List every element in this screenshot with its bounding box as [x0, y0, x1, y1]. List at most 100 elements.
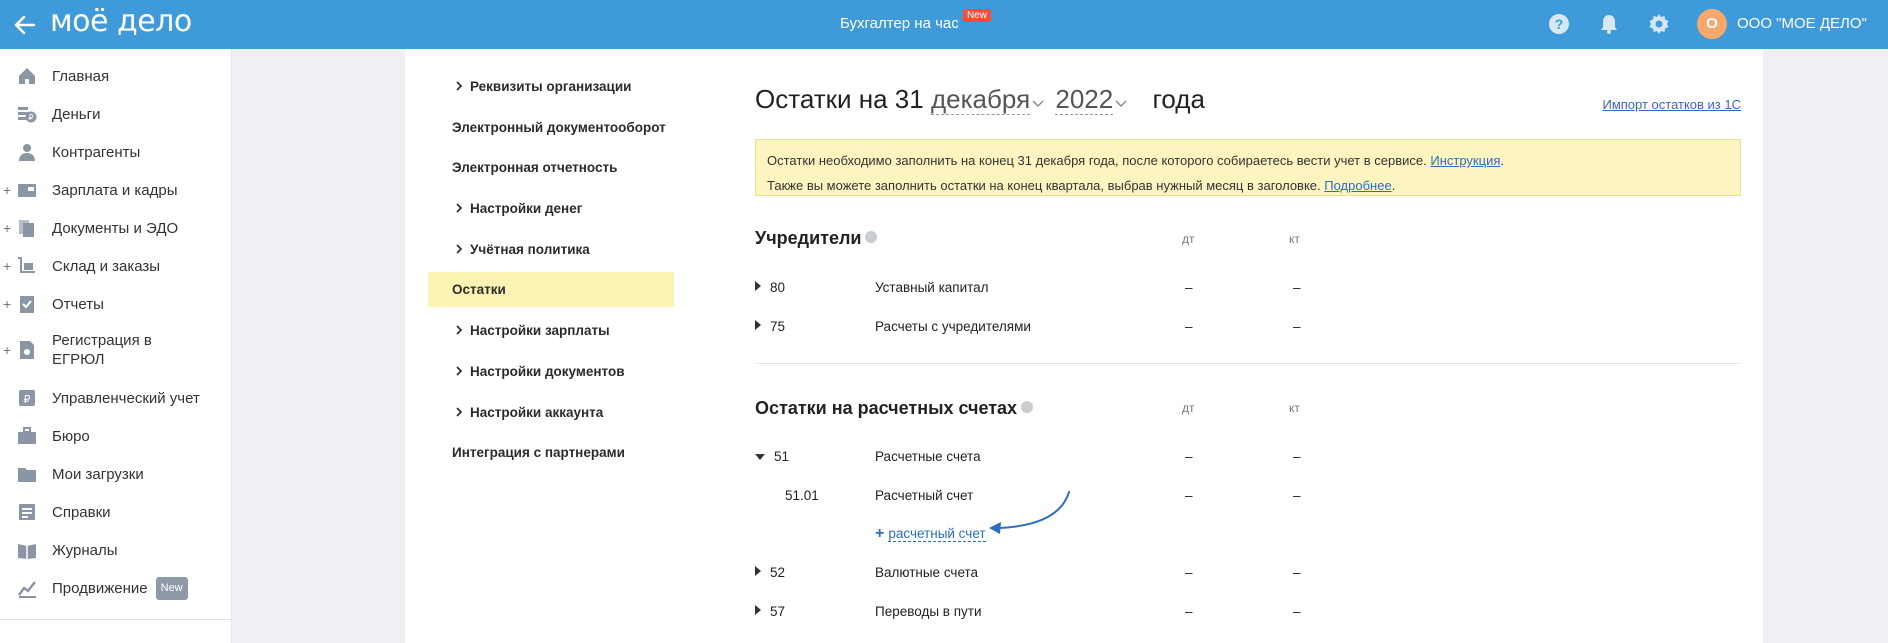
- logo[interactable]: моё дело: [50, 4, 192, 39]
- chevron-right-icon: [456, 407, 463, 417]
- back-arrow-icon[interactable]: [12, 12, 38, 38]
- expand-plus-icon[interactable]: +: [3, 296, 11, 312]
- sidebar-item-journals[interactable]: Журналы: [0, 531, 232, 569]
- salary-icon: [18, 184, 36, 197]
- menu-item-accounting-policy[interactable]: Учётная политика: [428, 232, 674, 267]
- month-dropdown[interactable]: декабря: [930, 84, 1031, 115]
- account-row-dt[interactable]: –: [1185, 604, 1193, 619]
- subaccount-row-code: 51.01: [785, 488, 819, 503]
- column-header-dt: дт: [1182, 401, 1195, 415]
- year-dropdown[interactable]: 2022: [1055, 84, 1114, 115]
- section-divider: [755, 363, 1741, 364]
- menu-item-money-settings[interactable]: Настройки денег: [428, 191, 674, 226]
- menu-item-salary-settings[interactable]: Настройки зарплаты: [428, 313, 674, 348]
- info-icon[interactable]: [865, 231, 878, 243]
- menu-item-document-settings[interactable]: Настройки документов: [428, 354, 674, 389]
- expand-triangle-icon: [755, 566, 761, 576]
- sidebar-item-warehouse[interactable]: + Склад и заказы: [0, 247, 232, 285]
- reports-icon: [20, 296, 34, 313]
- sidebar-item-salary[interactable]: + Зарплата и кадры: [0, 171, 232, 209]
- sidebar-item-documents[interactable]: + Документы и ЭДО: [0, 209, 232, 247]
- accountant-hour-link[interactable]: Бухгалтер на час: [840, 15, 959, 32]
- sidebar-item-label: Главная: [52, 67, 110, 85]
- info-icon[interactable]: [1021, 401, 1034, 413]
- chevron-down-icon[interactable]: [1115, 100, 1127, 108]
- expand-plus-icon[interactable]: +: [3, 220, 11, 236]
- sidebar-item-label: Деньги: [52, 105, 101, 123]
- account-row-name: Расчеты с учредителями: [875, 319, 1031, 334]
- sidebar-item-home[interactable]: Главная: [0, 57, 232, 95]
- account-row-kt[interactable]: –: [1293, 604, 1301, 619]
- account-row-kt[interactable]: –: [1293, 488, 1301, 503]
- account-row-code[interactable]: 57: [755, 604, 785, 619]
- sidebar-divider: [0, 619, 232, 620]
- sidebar-item-registration[interactable]: + Регистрация в ЕГРЮЛ: [0, 326, 232, 374]
- sidebar-item-uploads[interactable]: Мои загрузки: [0, 455, 232, 493]
- column-header-kt: кт: [1289, 232, 1300, 246]
- sidebar-item-reports[interactable]: + Отчеты: [0, 285, 232, 323]
- chevron-right-icon: [456, 244, 463, 254]
- account-row-code[interactable]: 52: [755, 565, 785, 580]
- avatar[interactable]: О: [1697, 9, 1727, 39]
- menu-item-balances[interactable]: Остатки: [428, 272, 674, 307]
- chevron-down-icon[interactable]: [1032, 100, 1044, 108]
- menu-item-e-reporting[interactable]: Электронная отчетность: [428, 150, 674, 185]
- svg-text:₽: ₽: [24, 394, 31, 406]
- content-panel: Реквизиты организации Электронный докуме…: [405, 49, 1763, 643]
- account-row-code[interactable]: 51: [755, 449, 789, 464]
- registration-icon: [20, 341, 34, 359]
- menu-item-org-details[interactable]: Реквизиты организации: [428, 69, 674, 104]
- column-header-kt: кт: [1289, 401, 1300, 415]
- sidebar-item-bureau[interactable]: Бюро: [0, 417, 232, 455]
- sidebar-item-management[interactable]: ₽ Управленческий учет: [0, 379, 232, 417]
- account-row-kt[interactable]: –: [1293, 319, 1301, 334]
- svg-text:?: ?: [1555, 16, 1564, 32]
- pointer-arrow-icon: [989, 491, 1070, 534]
- account-row-kt[interactable]: –: [1293, 280, 1301, 295]
- instruction-link[interactable]: Инструкция: [1430, 153, 1500, 168]
- expand-plus-icon[interactable]: +: [3, 342, 11, 358]
- account-row-dt[interactable]: –: [1185, 565, 1193, 580]
- sidebar-item-label: Контрагенты: [52, 143, 141, 161]
- account-row-code[interactable]: 80: [755, 280, 785, 295]
- account-row-code[interactable]: 75: [755, 319, 785, 334]
- new-badge: New: [963, 9, 992, 22]
- sidebar-item-certificates[interactable]: Справки: [0, 493, 232, 531]
- more-details-link[interactable]: Подробнее: [1324, 178, 1391, 193]
- svg-text:₽: ₽: [28, 113, 33, 122]
- sidebar-item-contractors[interactable]: Контрагенты: [0, 133, 232, 171]
- contractors-icon: [19, 144, 35, 161]
- account-row-name: Расчетный счет: [875, 488, 974, 503]
- account-row-dt[interactable]: –: [1185, 280, 1193, 295]
- sidebar-item-promotion[interactable]: Продвижение New: [0, 569, 232, 607]
- add-bank-account-link[interactable]: + расчетный счет: [875, 525, 986, 543]
- account-row-dt[interactable]: –: [1185, 319, 1193, 334]
- bell-icon[interactable]: [1597, 12, 1621, 36]
- new-badge: New: [155, 576, 188, 600]
- collapse-triangle-icon: [755, 454, 765, 460]
- menu-item-edo[interactable]: Электронный документооборот: [428, 110, 674, 145]
- chevron-right-icon: [456, 203, 463, 213]
- sidebar: Главная ₽ Деньги Контрагенты + Зарплата …: [0, 49, 232, 643]
- menu-item-partner-integration[interactable]: Интеграция с партнерами: [428, 435, 674, 470]
- company-name[interactable]: ООО "МОЕ ДЕЛО": [1737, 15, 1867, 32]
- import-1c-link[interactable]: Импорт остатков из 1С: [1602, 97, 1741, 112]
- expand-plus-icon[interactable]: +: [3, 258, 11, 274]
- account-row-kt[interactable]: –: [1293, 565, 1301, 580]
- expand-plus-icon[interactable]: +: [3, 182, 11, 198]
- expand-triangle-icon: [755, 320, 761, 330]
- certificates-icon: [19, 504, 35, 520]
- sidebar-item-label: Склад и заказы: [52, 257, 161, 275]
- warehouse-icon: [18, 257, 35, 273]
- account-row-kt[interactable]: –: [1293, 449, 1301, 464]
- account-row-dt[interactable]: –: [1185, 488, 1193, 503]
- sidebar-item-money[interactable]: ₽ Деньги: [0, 95, 232, 133]
- account-row-name: Уставный капитал: [875, 280, 989, 295]
- sidebar-item-label: Регистрация в ЕГРЮЛ: [52, 332, 152, 368]
- account-row-name: Расчетные счета: [875, 449, 981, 464]
- menu-item-account-settings[interactable]: Настройки аккаунта: [428, 395, 674, 430]
- help-icon[interactable]: ?: [1547, 12, 1571, 36]
- account-row-dt[interactable]: –: [1185, 449, 1193, 464]
- sidebar-item-label: Управленческий учет: [52, 389, 200, 407]
- gear-icon[interactable]: [1647, 12, 1671, 36]
